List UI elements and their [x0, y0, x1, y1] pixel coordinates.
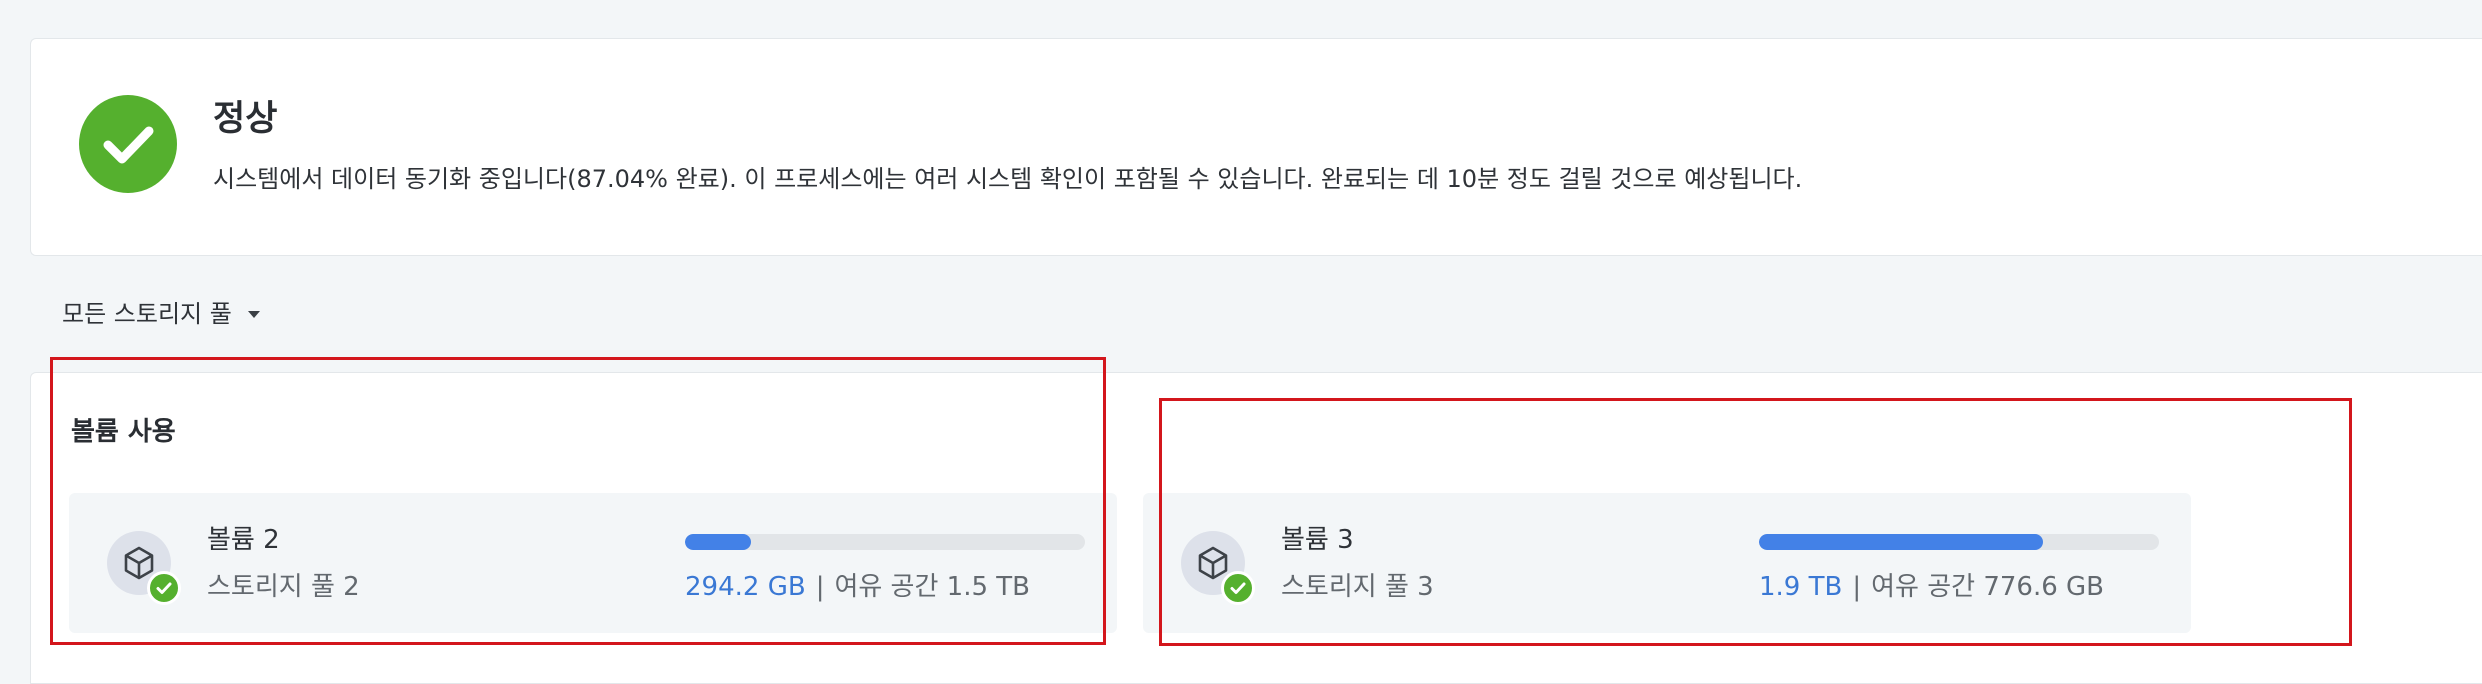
- storage-pool-filter-dropdown[interactable]: 모든 스토리지 풀: [62, 296, 260, 332]
- usage-separator: |: [815, 572, 825, 602]
- volume-name: 볼륨 2: [207, 525, 280, 555]
- usage-summary: 1.9 TB | 여유 공간 776.6 GB: [1759, 570, 2104, 604]
- usage-separator: |: [1852, 572, 1862, 602]
- used-space-value: 1.9 TB: [1759, 572, 1843, 602]
- usage-progress-bar: [1759, 534, 2159, 550]
- usage-progress-bar: [685, 534, 1085, 550]
- check-badge-icon: [147, 571, 181, 605]
- storage-pool-filter-label: 모든 스토리지 풀: [62, 300, 232, 328]
- usage-summary: 294.2 GB | 여유 공간 1.5 TB: [685, 570, 1030, 604]
- used-space-value: 294.2 GB: [685, 572, 806, 602]
- usage-progress-fill: [685, 534, 752, 550]
- volume-pool-name: 스토리지 풀 3: [1281, 572, 1434, 602]
- status-card: 정상 시스템에서 데이터 동기화 중입니다(87.04% 완료). 이 프로세스…: [30, 38, 2482, 256]
- free-space-value: 여유 공간 776.6 GB: [1871, 572, 2105, 602]
- volume-usage-card: 볼륨 사용 볼륨 2 스토리지 풀 2 294.2 GB | 여유 공간 1.5 T…: [30, 372, 2482, 684]
- volume-pool-name: 스토리지 풀 2: [207, 572, 360, 602]
- status-description: 시스템에서 데이터 동기화 중입니다(87.04% 완료). 이 프로세스에는 …: [213, 165, 1803, 193]
- caret-down-icon: [247, 310, 260, 318]
- volume-tile-volume-2[interactable]: 볼륨 2 스토리지 풀 2 294.2 GB | 여유 공간 1.5 TB: [69, 493, 1117, 633]
- check-circle-icon: [79, 95, 177, 193]
- volume-usage-title: 볼륨 사용: [71, 417, 176, 447]
- volume-name: 볼륨 3: [1281, 525, 1354, 555]
- status-title: 정상: [213, 99, 278, 139]
- usage-progress-fill: [1759, 534, 2043, 550]
- volume-tile-volume-3[interactable]: 볼륨 3 스토리지 풀 3 1.9 TB | 여유 공간 776.6 GB: [1143, 493, 2191, 633]
- free-space-value: 여유 공간 1.5 TB: [834, 572, 1030, 602]
- check-badge-icon: [1221, 571, 1255, 605]
